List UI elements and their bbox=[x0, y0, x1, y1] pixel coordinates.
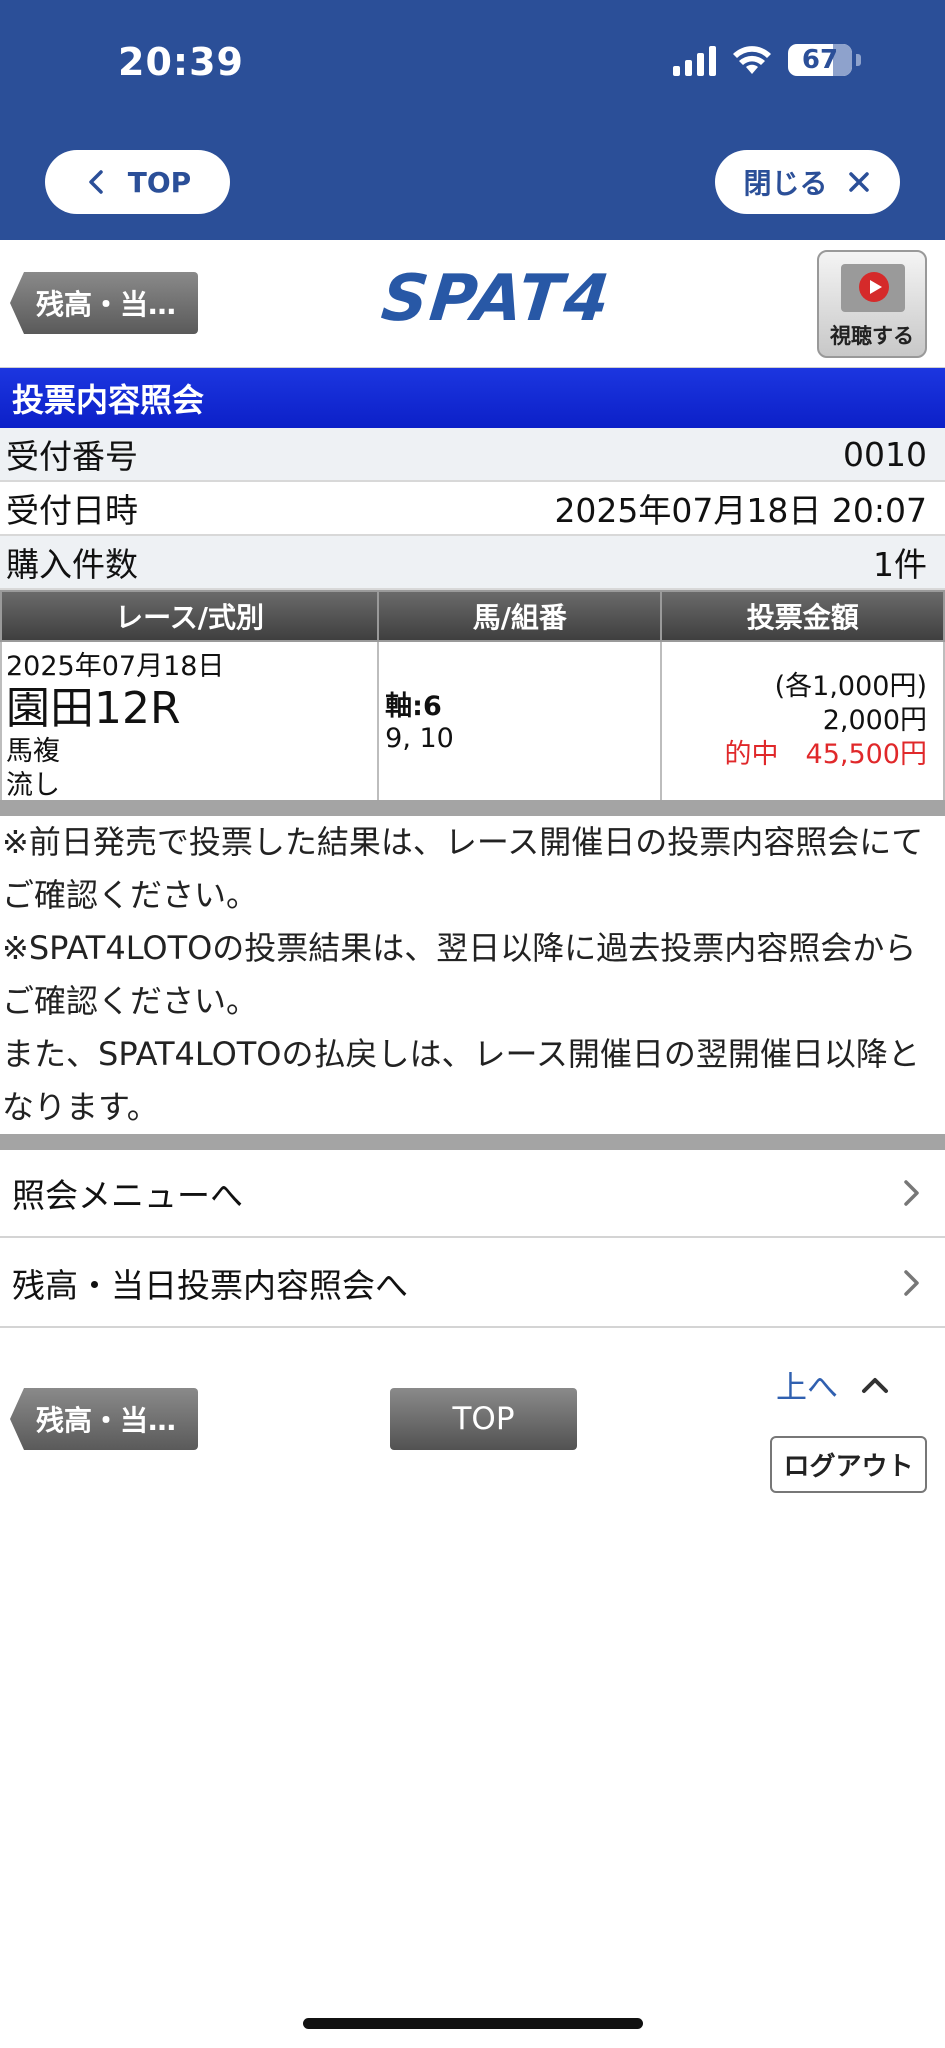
watch-label: 視聴する bbox=[830, 324, 914, 348]
table-header-row: レース/式別 馬/組番 投票金額 bbox=[0, 590, 945, 642]
video-play-icon bbox=[841, 264, 905, 312]
info-value: 2025年07月18日 20:07 bbox=[554, 491, 927, 530]
amount-each: (各1,000円) bbox=[774, 671, 927, 702]
hit-payout: 的中 45,500円 bbox=[724, 739, 927, 770]
race-cell: 2025年07月18日 園田12R 馬複 流し bbox=[0, 640, 380, 807]
partner-horses: 9, 10 bbox=[385, 723, 454, 754]
close-icon bbox=[848, 172, 869, 192]
inquiry-menu-link[interactable]: 照会メニューへ bbox=[0, 1150, 945, 1238]
home-indicator[interactable] bbox=[303, 2018, 643, 2029]
cellular-signal-icon bbox=[673, 44, 716, 76]
chevron-right-icon bbox=[904, 1180, 919, 1206]
wifi-icon bbox=[733, 46, 771, 74]
balance-inquiry-link[interactable]: 残高・当日投票内容照会へ bbox=[0, 1240, 945, 1328]
menu-link-label: 照会メニューへ bbox=[12, 1176, 243, 1215]
header-bet-amount: 投票金額 bbox=[660, 590, 945, 642]
chevron-right-icon bbox=[904, 1270, 919, 1296]
combo-cell: 軸:6 9, 10 bbox=[377, 640, 663, 807]
close-button[interactable]: 閉じる bbox=[715, 150, 900, 214]
status-icons: 67 bbox=[673, 44, 861, 76]
footer-back-button[interactable]: 残高・当… bbox=[10, 1388, 198, 1450]
battery-level: 67 bbox=[801, 45, 839, 75]
top-button-label: TOP bbox=[127, 165, 192, 199]
bet-table: レース/式別 馬/組番 投票金額 2025年07月18日 園田12R 馬複 流し… bbox=[0, 590, 945, 807]
receipt-datetime-row: 受付日時 2025年07月18日 20:07 bbox=[0, 482, 945, 536]
menu-link-label: 残高・当日投票内容照会へ bbox=[12, 1266, 408, 1305]
app-header: 20:39 67 TOP 閉じる bbox=[0, 0, 945, 240]
battery-icon: 67 bbox=[788, 44, 852, 76]
info-value: 0010 bbox=[843, 434, 927, 474]
receipt-number-row: 受付番号 0010 bbox=[0, 428, 945, 482]
race-name: 園田12R bbox=[6, 683, 181, 734]
axis-horse: 軸:6 bbox=[385, 691, 442, 722]
header-horse-combo: 馬/組番 bbox=[377, 590, 663, 642]
battery-tip bbox=[856, 54, 861, 66]
amount-total: 2,000円 bbox=[822, 705, 927, 736]
chevron-up-icon bbox=[862, 1377, 888, 1393]
top-button[interactable]: TOP bbox=[45, 150, 230, 214]
balance-back-button[interactable]: 残高・当… bbox=[10, 272, 198, 334]
info-label: 受付日時 bbox=[6, 491, 138, 530]
logout-button[interactable]: ログアウト bbox=[770, 1436, 927, 1493]
page-title: 投票内容照会 bbox=[0, 368, 945, 428]
spat4-logo: SPAT4 bbox=[378, 262, 615, 336]
note-2: ※SPAT4LOTOの投票結果は、翌日以降に過去投票内容照会からご確認ください。 bbox=[2, 929, 917, 1020]
watch-video-button[interactable]: 視聴する bbox=[817, 250, 927, 358]
logo-row: 残高・当… SPAT4 視聴する bbox=[0, 240, 945, 368]
close-button-label: 閉じる bbox=[743, 167, 828, 200]
race-date: 2025年07月18日 bbox=[6, 651, 225, 682]
info-label: 受付番号 bbox=[6, 437, 138, 476]
info-value: 1件 bbox=[873, 545, 927, 584]
note-3: また、SPAT4LOTOの払戻しは、レース開催日の翌開催日以降となります。 bbox=[2, 1035, 920, 1126]
purchase-count-row: 購入件数 1件 bbox=[0, 536, 945, 590]
scroll-up-label: 上へ bbox=[776, 1370, 838, 1406]
divider bbox=[0, 800, 945, 816]
chevron-left-icon bbox=[89, 170, 103, 194]
amount-cell: (各1,000円) 2,000円 的中 45,500円 bbox=[660, 640, 945, 807]
notes: ※前日発売で投票した結果は、レース開催日の投票内容照会にてご確認ください。 ※S… bbox=[0, 816, 945, 1134]
header-race-type: レース/式別 bbox=[0, 590, 380, 642]
scroll-up-link[interactable]: 上へ bbox=[776, 1362, 890, 1407]
bet-method: 流し bbox=[6, 770, 60, 801]
footer-top-button[interactable]: TOP bbox=[390, 1388, 577, 1450]
note-1: ※前日発売で投票した結果は、レース開催日の投票内容照会にてご確認ください。 bbox=[2, 823, 924, 914]
table-row: 2025年07月18日 園田12R 馬複 流し 軸:6 9, 10 (各1,00… bbox=[0, 640, 945, 807]
status-time: 20:39 bbox=[118, 40, 244, 84]
bet-type: 馬複 bbox=[6, 736, 60, 767]
info-label: 購入件数 bbox=[6, 545, 138, 584]
divider bbox=[0, 1134, 945, 1150]
